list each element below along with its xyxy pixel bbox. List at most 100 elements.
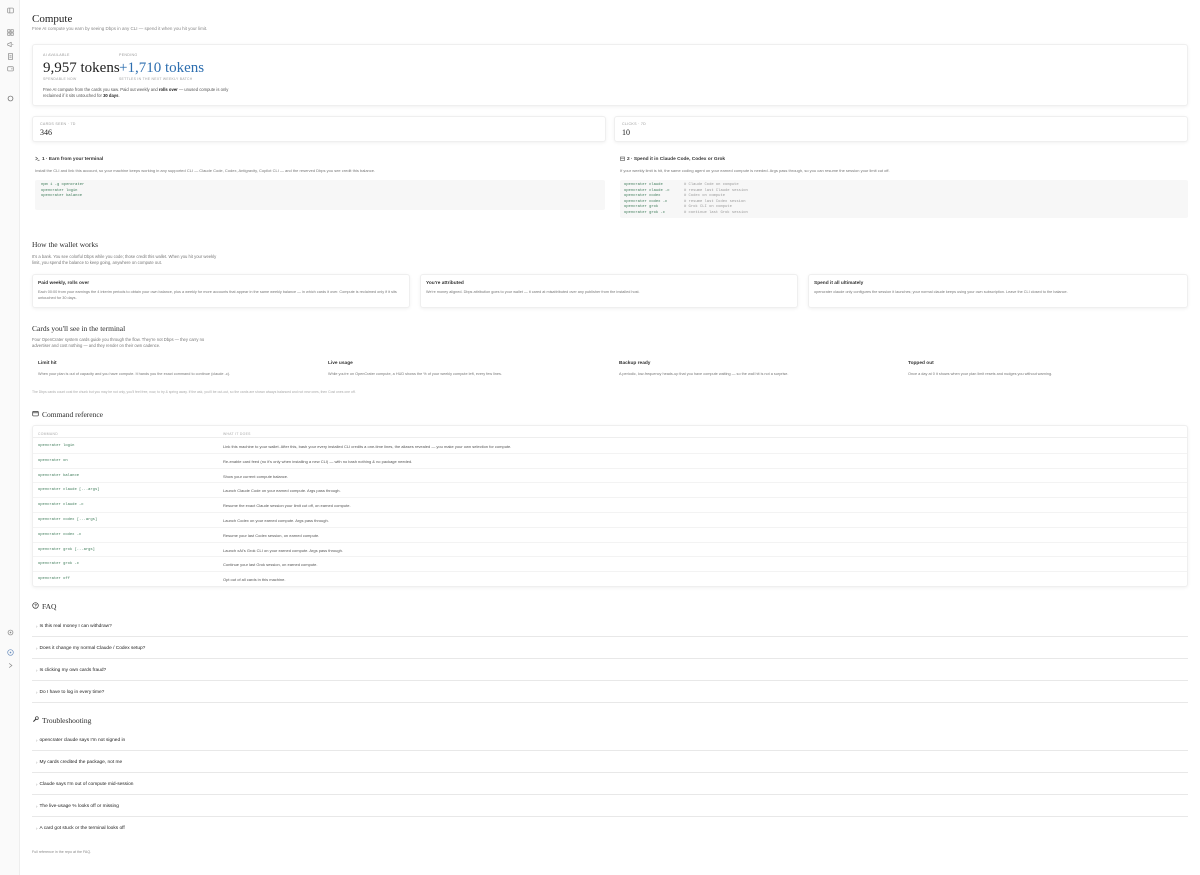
wallet-card-desc: Each 00:00 from your earnings the 4 inte…	[38, 290, 397, 300]
code-comment: # Grok CLI on compute	[684, 205, 732, 209]
description-cell: Re-enable card feed (no it's only when i…	[223, 458, 413, 464]
troubleshooting-title: Troubleshooting	[42, 716, 92, 725]
troubleshooting-item[interactable]: › The live-usage % looks off or missing	[32, 798, 1188, 817]
troubleshooting-item[interactable]: › My cards credited the package, not me	[32, 754, 1188, 773]
note-text: Free AI compute from the cards you saw. …	[43, 87, 159, 92]
chevron-right-icon: ›	[36, 760, 38, 766]
grid-icon[interactable]	[6, 28, 14, 36]
code-comment: # Codex on compute	[684, 194, 726, 198]
settings-icon[interactable]	[6, 628, 14, 636]
faq-item[interactable]: › Is this real money I can withdraw?	[32, 618, 1188, 637]
step-earn-title: 1 · Earn from your terminal	[42, 157, 104, 162]
chevron-right-icon: ›	[36, 690, 38, 696]
table-header: COMMAND WHAT IT DOES	[33, 429, 1187, 438]
troubleshooting-question: A card got stuck or the terminal looks o…	[39, 826, 125, 831]
spend-code-block[interactable]: opencrater claude # Claude Code on comput…	[620, 180, 1188, 218]
collapse-icon[interactable]	[6, 661, 14, 669]
command-cell[interactable]: opencrater balance	[38, 474, 79, 479]
faq-title-row: FAQ	[32, 602, 56, 612]
faq-question: Is this real money I can withdraw?	[39, 624, 112, 629]
command-cell[interactable]: opencrater grok [...args]	[38, 548, 95, 553]
terminal-card-backup-ready: Backup ready A periodic, low-frequency h…	[619, 361, 899, 378]
table-row: opencrater off Opt out of all cards in th…	[33, 572, 1187, 587]
pending-stat: PENDING +1,710 tokens SETTLES IN THE NEX…	[119, 53, 204, 81]
page-subtitle: Free AI compute you earn by seeing Dbps …	[32, 26, 208, 31]
cards-seen-caption: CARDS SEEN · 7D	[40, 122, 76, 126]
wallet-card-spend: Spend it all ultimately opencrater claud…	[808, 274, 1188, 308]
chevron-right-icon: ›	[36, 738, 38, 744]
earn-code-block[interactable]: npm i -g opencrater opencrater login ope…	[35, 180, 605, 210]
window-icon	[32, 410, 39, 420]
col-what: WHAT IT DOES	[223, 432, 251, 436]
faq-question: Do I have to log in every time?	[39, 690, 105, 695]
help-circle-icon	[32, 602, 39, 612]
troubleshooting-question: opencrater claude says I'm not signed in	[39, 738, 126, 743]
command-cell[interactable]: opencrater codex -c	[38, 533, 81, 538]
table-row: opencrater claude [...args] Launch Claude…	[33, 483, 1187, 499]
troubleshooting-item-label-row: › A card got stuck or the terminal looks …	[36, 826, 125, 832]
cards-seen-card: CARDS SEEN · 7D 346	[32, 116, 606, 142]
code-comment: # continue last Grok session	[684, 210, 748, 215]
description-cell: Launch Codex on your earned compute. Arg…	[223, 518, 329, 523]
code-comment: # resume last Claude session	[684, 188, 748, 193]
command-cell[interactable]: opencrater login	[38, 444, 74, 449]
clicks-card: CLICKS · 7D 10	[614, 116, 1188, 142]
troubleshooting-item[interactable]: › opencrater claude says I'm not signed i…	[32, 732, 1188, 751]
description-cell: Resume your last Codex session, on earne…	[223, 532, 320, 538]
code-line: opencrater balance	[41, 194, 83, 198]
chevron-right-icon: ›	[36, 668, 38, 674]
faq-item[interactable]: › Is clicking my own cards fraud?	[32, 662, 1188, 681]
table-row: opencrater balance Show your current comp…	[33, 469, 1187, 484]
command-cell[interactable]: opencrater claude [...args]	[38, 488, 100, 493]
chevron-right-icon: ›	[36, 624, 38, 630]
troubleshooting-question: The live-usage % looks off or missing	[39, 804, 119, 809]
wallet-card-desc: We're money aligned. Dbps attribution go…	[426, 290, 640, 294]
table-row: opencrater grok [...args] Launch xAI's Gr…	[33, 543, 1187, 558]
faq-item[interactable]: › Do I have to log in every time?	[32, 684, 1188, 703]
terminal-card-limit-hit: Limit hit When your plan is out of capac…	[38, 361, 318, 378]
step-earn-desc: Install the CLI and link this account, s…	[35, 168, 376, 174]
command-cell[interactable]: opencrater grok -c	[38, 562, 79, 567]
terminal-card-desc: When your plan is out of capacity and yo…	[38, 372, 231, 377]
chevron-right-icon: ›	[36, 826, 38, 832]
table-row: opencrater claude -c Resume the exact Cla…	[33, 498, 1187, 513]
package-icon	[620, 156, 625, 164]
terminal-icon	[35, 156, 40, 164]
description-cell: Opt out of all cards in this machine.	[223, 577, 286, 583]
command-cell[interactable]: opencrater codex [...args]	[38, 518, 97, 523]
faq-item[interactable]: › Does it change my normal Claude / Codex…	[32, 640, 1188, 659]
avatar[interactable]	[6, 648, 14, 656]
balance-card: AI AVAILABLE 9,957 tokens SPENDABLE NOW …	[32, 44, 1188, 106]
step-earn: 1 · Earn from your terminal Install the …	[35, 156, 605, 174]
page-title: Compute	[32, 13, 73, 25]
terminal-card-title: Topped out	[908, 361, 934, 366]
command-cell[interactable]: opencrater off	[38, 577, 70, 582]
troubleshooting-title-row: Troubleshooting	[32, 716, 91, 726]
code-comment: # resume last Codex session	[684, 199, 746, 204]
troubleshooting-item[interactable]: › Claude says I'm out of compute mid-sess…	[32, 776, 1188, 795]
panel-toggle-icon[interactable]	[6, 6, 14, 14]
cards-seen-value: 346	[40, 128, 52, 137]
compute-icon[interactable]	[6, 94, 14, 102]
description-cell: Show your current compute balance.	[223, 473, 289, 479]
note-suffix: .	[118, 93, 120, 98]
wallet-icon[interactable]	[6, 64, 14, 72]
code-line: opencrater grok -c # continue last Grok s…	[624, 211, 1182, 217]
terminal-cards-title: Cards you'll see in the terminal	[32, 324, 126, 333]
bottom-note[interactable]: Full reference in the repo at the FAQ.	[32, 850, 91, 855]
command-cell[interactable]: opencrater claude -c	[38, 503, 84, 508]
troubleshooting-item[interactable]: › A card got stuck or the terminal looks …	[32, 820, 1188, 839]
megaphone-icon[interactable]	[6, 40, 14, 48]
step-spend-desc: If your weekly limit is hit, the same co…	[620, 168, 890, 174]
terminal-card-title: Live usage	[328, 361, 353, 366]
command-cell[interactable]: opencrater on	[38, 459, 68, 464]
document-icon[interactable]	[6, 52, 14, 60]
available-stat: AI AVAILABLE 9,957 tokens SPENDABLE NOW	[43, 53, 120, 81]
troubleshooting-item-label-row: › My cards credited the package, not me	[36, 760, 122, 766]
terminal-cards-footnote: The Dbps cards count cost the chunk but …	[32, 390, 356, 394]
terminal-card-desc: While you're on OpenCrater compute, a HU…	[328, 372, 502, 377]
balance-note: Free AI compute from the cards you saw. …	[43, 87, 243, 99]
wallet-section-title: How the wallet works	[32, 240, 99, 249]
description-cell: Continue your last Grok session, on earn…	[223, 562, 318, 568]
troubleshooting-item-label-row: › Claude says I'm out of compute mid-sess…	[36, 782, 133, 788]
